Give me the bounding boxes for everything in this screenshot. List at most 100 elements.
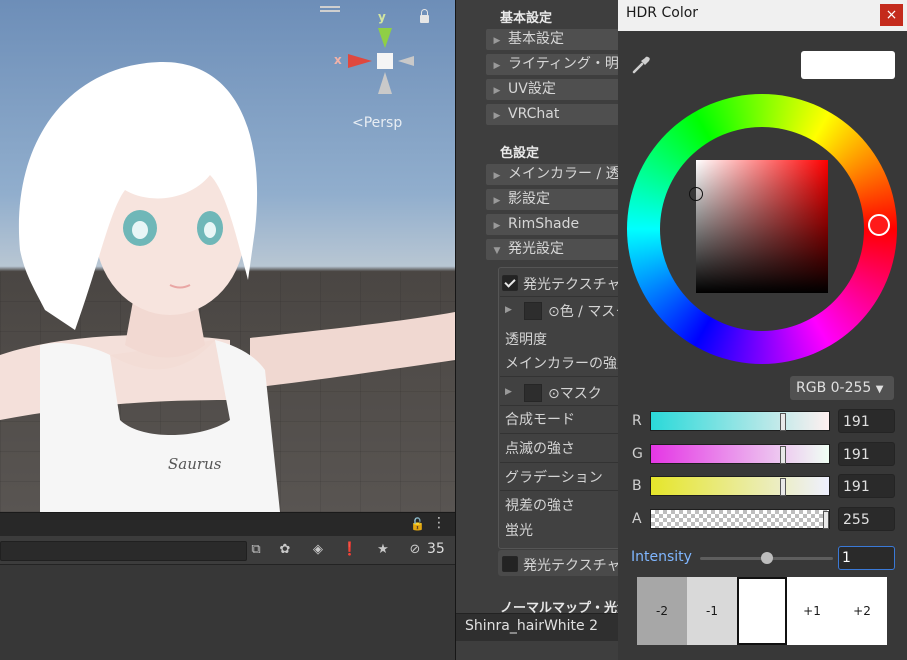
projection-label[interactable]: <Persp (352, 115, 402, 131)
channel-r-slider[interactable] (650, 411, 830, 431)
material-bar: Shinra_hairWhite 2 (456, 613, 618, 641)
expand-arrow-icon: ▶ (493, 171, 501, 181)
divider (500, 490, 628, 491)
emission-texture-label: 発光テクスチャ (523, 277, 621, 293)
channel-a-field[interactable]: 255 (838, 507, 895, 531)
hidden-eye-icon[interactable]: ⊘ (406, 541, 424, 559)
blend-mode-label: 合成モード (505, 412, 575, 428)
preset-plus-2[interactable]: +2 (837, 577, 887, 645)
expand-arrow-icon: ▶ (493, 221, 501, 231)
channel-b-field[interactable]: 191 (838, 474, 895, 498)
channel-b-slider[interactable] (650, 476, 830, 496)
window-title: HDR Color (626, 5, 699, 21)
channel-r-field[interactable]: 191 (838, 409, 895, 433)
intensity-field[interactable]: 1 (838, 546, 895, 570)
channel-a-slider[interactable] (650, 509, 830, 529)
warning-icon[interactable]: ❗ (341, 541, 359, 559)
preset-current[interactable] (737, 577, 787, 645)
foldout-emission[interactable]: ▼ 発光設定 (486, 239, 626, 260)
hue-cursor-handle[interactable] (868, 214, 890, 236)
preset-minus-2[interactable]: -2 (637, 577, 687, 645)
channel-g-thumb[interactable] (780, 446, 786, 464)
saturation-value-square[interactable] (696, 160, 828, 293)
foldout-vrchat[interactable]: ▶ VRChat (486, 104, 626, 125)
foldout-label: メインカラー / 透過 (508, 166, 626, 182)
scene-print-text: Saurus (168, 455, 222, 473)
foldout-main-color[interactable]: ▶ メインカラー / 透過 (486, 164, 626, 185)
expand-arrow-icon[interactable]: ▶ (505, 305, 512, 315)
material-name[interactable]: Shinra_hairWhite 2 (465, 618, 598, 634)
emission-texture-2nd-checkbox[interactable] (502, 556, 518, 572)
foldout-rimshade[interactable]: ▶ RimShade (486, 214, 626, 235)
section-basic-title: 基本設定 (500, 11, 553, 26)
divider (500, 433, 628, 434)
gizmo-y-label[interactable]: y (378, 10, 386, 24)
hierarchy-tab-bar: 🔓 ⋮ (0, 512, 455, 537)
foldout-label: VRChat (508, 106, 560, 122)
texture-slot[interactable] (524, 302, 542, 320)
divider (500, 405, 628, 406)
sv-cursor-handle[interactable] (689, 187, 703, 201)
scene-link-icon[interactable]: ⧉ (247, 541, 265, 559)
foldout-label: 発光設定 (508, 241, 564, 257)
channel-g-field[interactable]: 191 (838, 442, 895, 466)
gradation-label: グラデーション (505, 470, 603, 486)
channel-a-thumb[interactable] (823, 511, 829, 529)
mask-label: ⊙マスク (548, 386, 602, 402)
parallax-strength-label: 視差の強さ (505, 498, 575, 514)
blink-strength-label: 点滅の強さ (505, 441, 575, 457)
section-color-title: 色設定 (500, 146, 540, 161)
expand-arrow-icon: ▶ (493, 196, 501, 206)
expand-arrow-icon: ▶ (493, 36, 501, 46)
channel-a-label: A (632, 511, 642, 527)
collapse-arrow-icon: ▼ (493, 246, 501, 256)
color-mode-label: RGB 0-255 (796, 380, 872, 396)
star-icon[interactable]: ★ (374, 541, 392, 559)
foldout-label: 基本設定 (508, 31, 564, 47)
channel-r-label: R (632, 413, 642, 429)
intensity-thumb[interactable] (761, 552, 773, 564)
foldout-uv[interactable]: ▶ UV設定 (486, 79, 626, 100)
main-color-strength-label: メインカラーの強度 (505, 356, 631, 372)
palette-icon[interactable]: ✿ (276, 541, 294, 559)
channel-g-slider[interactable] (650, 444, 830, 464)
preset-minus-1[interactable]: -1 (687, 577, 737, 645)
divider (500, 376, 628, 377)
lock-icon[interactable] (420, 9, 429, 23)
foldout-label: 影設定 (508, 191, 550, 207)
emission-texture-checkbox[interactable] (502, 275, 518, 291)
foldout-shadow[interactable]: ▶ 影設定 (486, 189, 626, 210)
foldout-label: UV設定 (508, 81, 556, 97)
fluorescence-label: 蛍光 (505, 523, 533, 539)
divider (500, 462, 628, 463)
scene-view[interactable]: Saurus y x <Persp (0, 0, 455, 512)
menu-icon[interactable]: ⋮ (432, 515, 446, 531)
foldout-label: RimShade (508, 216, 580, 232)
color-preview-swatch[interactable] (801, 51, 895, 79)
gizmo-x-label[interactable]: x (334, 53, 342, 67)
mask-texture-slot[interactable] (524, 384, 542, 402)
foldout-label: ライティング・明るさ (508, 56, 626, 72)
drag-handle-icon[interactable] (320, 6, 340, 12)
tag-icon[interactable]: ◈ (309, 541, 327, 559)
expand-arrow-icon[interactable]: ▶ (505, 387, 512, 397)
divider (500, 296, 628, 297)
expand-arrow-icon: ▶ (493, 61, 501, 71)
lock-icon[interactable]: 🔓 (410, 517, 425, 531)
foldout-basic[interactable]: ▶ 基本設定 (486, 29, 626, 50)
chevron-down-icon: ▼ (875, 384, 884, 395)
search-input[interactable] (0, 541, 247, 561)
avatar-model (0, 28, 455, 512)
project-panel-body (0, 565, 455, 660)
preset-plus-1[interactable]: +1 (787, 577, 837, 645)
channel-b-label: B (632, 478, 642, 494)
close-button[interactable]: × (880, 4, 903, 26)
color-mode-dropdown[interactable]: RGB 0-255 ▼ (790, 376, 894, 400)
channel-b-thumb[interactable] (780, 478, 786, 496)
intensity-label: Intensity (631, 549, 692, 565)
channel-r-thumb[interactable] (780, 413, 786, 431)
transparency-label: 透明度 (505, 332, 547, 348)
eyedropper-icon[interactable] (630, 54, 652, 76)
expand-arrow-icon: ▶ (493, 86, 501, 96)
foldout-lighting[interactable]: ▶ ライティング・明るさ (486, 54, 626, 75)
